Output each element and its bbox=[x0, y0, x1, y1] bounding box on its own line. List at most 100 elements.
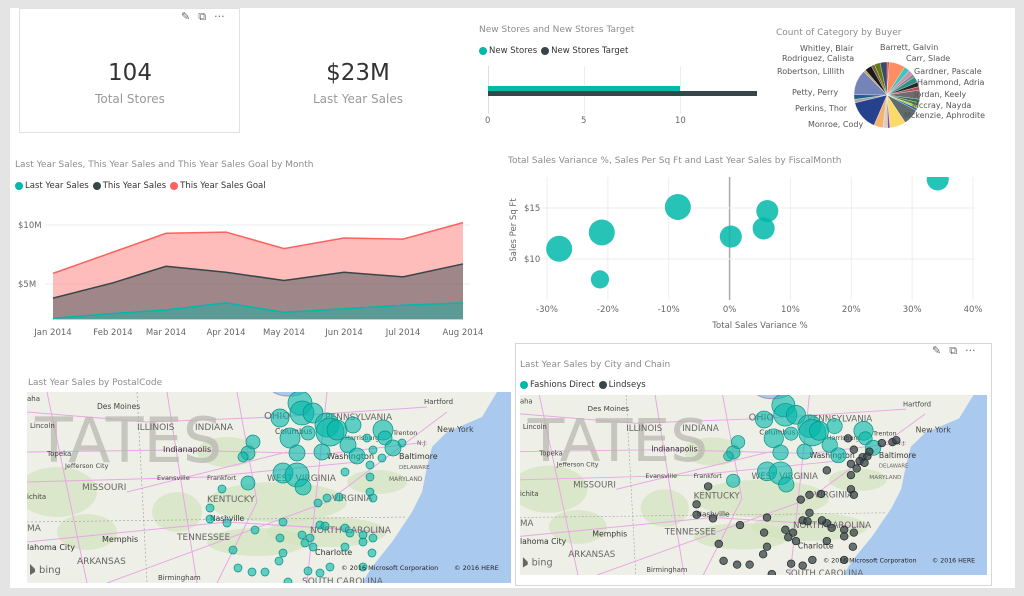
map-bubble-fashions-direct[interactable] bbox=[228, 545, 238, 555]
map-bubble-lindseys[interactable] bbox=[703, 482, 713, 491]
map-bubble-lindseys[interactable] bbox=[758, 550, 768, 559]
more-options-icon[interactable]: ··· bbox=[965, 344, 976, 358]
map-bubble-lindseys[interactable] bbox=[692, 510, 701, 519]
map-bubble-fashions-direct[interactable] bbox=[313, 443, 331, 461]
map-bubble-fashions-direct[interactable] bbox=[308, 542, 318, 552]
map-bubble-fashions-direct[interactable] bbox=[809, 421, 830, 441]
map-bubble-lindseys[interactable] bbox=[786, 559, 796, 568]
map-bubble-lindseys[interactable] bbox=[852, 464, 861, 473]
map-bubble-fashions-direct[interactable] bbox=[755, 410, 774, 429]
map-bubble-fashions-direct[interactable] bbox=[723, 451, 734, 462]
map-bubble-lindseys[interactable] bbox=[803, 517, 812, 526]
city-chain-map[interactable]: TATES Des Moines aha Lincoln ILLINOIS INDIANA… bbox=[520, 395, 987, 575]
map-bubble-fashions-direct[interactable] bbox=[247, 567, 257, 577]
map-bubble-lindseys[interactable] bbox=[796, 495, 805, 504]
map-bubble-lindseys[interactable] bbox=[762, 513, 772, 522]
map-bubble-fashions-direct[interactable] bbox=[325, 562, 335, 572]
map-bubble-lindseys[interactable] bbox=[817, 516, 827, 525]
map-bubble-lindseys[interactable] bbox=[816, 489, 826, 499]
map-bubble-lindseys[interactable] bbox=[808, 555, 817, 565]
map-bubble-fashions-direct[interactable] bbox=[358, 537, 368, 547]
map-bubble-fashions-direct[interactable] bbox=[315, 568, 325, 578]
map-bubble-fashions-direct[interactable] bbox=[303, 566, 313, 576]
scatter-bubble[interactable] bbox=[664, 193, 691, 220]
map-bubble-lindseys[interactable] bbox=[714, 539, 723, 548]
postal-code-map[interactable]: TATES Des Moines aha Lincoln ILLINOIS INDIANA… bbox=[27, 392, 511, 583]
map-bubble-lindseys[interactable] bbox=[848, 542, 858, 551]
map-bubble-lindseys[interactable] bbox=[732, 560, 742, 569]
map-bubble-fashions-direct[interactable] bbox=[377, 453, 387, 463]
map-bubble-lindseys[interactable] bbox=[762, 542, 772, 551]
map-bubble-fashions-direct[interactable] bbox=[368, 533, 378, 543]
map-bubble-lindseys[interactable] bbox=[784, 533, 793, 542]
bar-new-stores-target[interactable] bbox=[488, 91, 757, 96]
map-bubble-fashions-direct[interactable] bbox=[362, 433, 372, 443]
map-bubble-lindseys[interactable] bbox=[849, 528, 859, 537]
map-bubble-fashions-direct[interactable] bbox=[237, 451, 249, 463]
map-bubble-lindseys[interactable] bbox=[767, 569, 777, 575]
map-bubble-lindseys[interactable] bbox=[877, 438, 887, 448]
map-bubble-fashions-direct[interactable] bbox=[334, 492, 344, 502]
map-bubble-fashions-direct[interactable] bbox=[300, 425, 316, 441]
map-bubble-lindseys[interactable] bbox=[719, 556, 728, 565]
map-bubble-fashions-direct[interactable] bbox=[222, 518, 232, 528]
scatter-bubble[interactable] bbox=[756, 200, 779, 223]
map-bubble-fashions-direct[interactable] bbox=[365, 460, 375, 470]
map-bubble-fashions-direct[interactable] bbox=[326, 419, 348, 441]
map-bubble-lindseys[interactable] bbox=[759, 528, 769, 537]
map-bubble-fashions-direct[interactable] bbox=[340, 542, 350, 552]
map-bubble-fashions-direct[interactable] bbox=[294, 478, 312, 496]
map-bubble-lindseys[interactable] bbox=[827, 523, 836, 532]
map-bubble-fashions-direct[interactable] bbox=[365, 472, 375, 482]
map-bubble-fashions-direct[interactable] bbox=[367, 548, 377, 558]
map-bubble-lindseys[interactable] bbox=[843, 434, 853, 443]
scatter-bubble[interactable] bbox=[719, 225, 742, 248]
map-bubble-fashions-direct[interactable] bbox=[278, 548, 288, 558]
map-bubble-lindseys[interactable] bbox=[708, 514, 718, 523]
map-bubble-fashions-direct[interactable] bbox=[345, 528, 355, 538]
pin-icon[interactable]: ✎ bbox=[181, 10, 190, 24]
focus-mode-icon[interactable]: ⧉ bbox=[198, 10, 206, 24]
map-bubble-lindseys[interactable] bbox=[849, 490, 859, 499]
pin-icon[interactable]: ✎ bbox=[932, 344, 941, 358]
map-bubble-lindseys[interactable] bbox=[822, 466, 832, 475]
map-canvas[interactable]: TATESDes Moines aha Lincoln ILLINOIS INDIANA… bbox=[27, 392, 511, 583]
map-bubble-fashions-direct[interactable] bbox=[313, 498, 323, 508]
map-bubble-fashions-direct[interactable] bbox=[283, 577, 293, 583]
map-bubble-fashions-direct[interactable] bbox=[340, 467, 350, 477]
map-bubble-lindseys[interactable] bbox=[781, 525, 790, 534]
map-bubble-fashions-direct[interactable] bbox=[297, 530, 307, 540]
map-bubble-fashions-direct[interactable] bbox=[205, 503, 215, 513]
map-bubble-fashions-direct[interactable] bbox=[368, 445, 378, 455]
map-bubble-fashions-direct[interactable] bbox=[322, 493, 332, 503]
map-bubble-fashions-direct[interactable] bbox=[397, 438, 407, 448]
legend-item-new-stores[interactable]: New Stores bbox=[479, 46, 537, 56]
map-bubble-lindseys[interactable] bbox=[735, 520, 745, 530]
legend-item-new-stores-target[interactable]: New Stores Target bbox=[541, 46, 628, 56]
map-bubble-fashions-direct[interactable] bbox=[826, 418, 843, 434]
map-bubble-lindseys[interactable] bbox=[865, 447, 874, 456]
map-bubble-fashions-direct[interactable] bbox=[250, 525, 260, 535]
map-bubble-fashions-direct[interactable] bbox=[217, 484, 227, 494]
scatter-bubble[interactable] bbox=[588, 219, 615, 246]
legend-item-fashions-direct[interactable]: Fashions Direct bbox=[520, 380, 595, 390]
legend-item-lindseys[interactable]: Lindseys bbox=[598, 380, 646, 390]
map-bubble-fashions-direct[interactable] bbox=[278, 517, 288, 527]
map-bubble-fashions-direct[interactable] bbox=[205, 514, 215, 524]
map-bubble-fashions-direct[interactable] bbox=[344, 416, 362, 434]
map-bubble-fashions-direct[interactable] bbox=[275, 533, 285, 543]
map-bubble-fashions-direct[interactable] bbox=[348, 447, 366, 465]
map-bubble-lindseys[interactable] bbox=[805, 490, 814, 499]
map-bubble-fashions-direct[interactable] bbox=[240, 475, 256, 491]
map-bubble-lindseys[interactable] bbox=[692, 500, 701, 509]
map-bubble-fashions-direct[interactable] bbox=[320, 521, 330, 531]
map-bubble-lindseys[interactable] bbox=[840, 532, 849, 541]
map-bubble-fashions-direct[interactable] bbox=[270, 408, 290, 428]
map-bubble-fashions-direct[interactable] bbox=[300, 538, 310, 548]
map-bubble-fashions-direct[interactable] bbox=[772, 444, 789, 461]
map-bubble-lindseys[interactable] bbox=[849, 445, 859, 454]
map-bubble-fashions-direct[interactable] bbox=[274, 556, 284, 566]
map-bubble-fashions-direct[interactable] bbox=[288, 444, 306, 462]
map-bubble-fashions-direct[interactable] bbox=[260, 567, 270, 577]
map-bubble-lindseys[interactable] bbox=[798, 561, 807, 570]
